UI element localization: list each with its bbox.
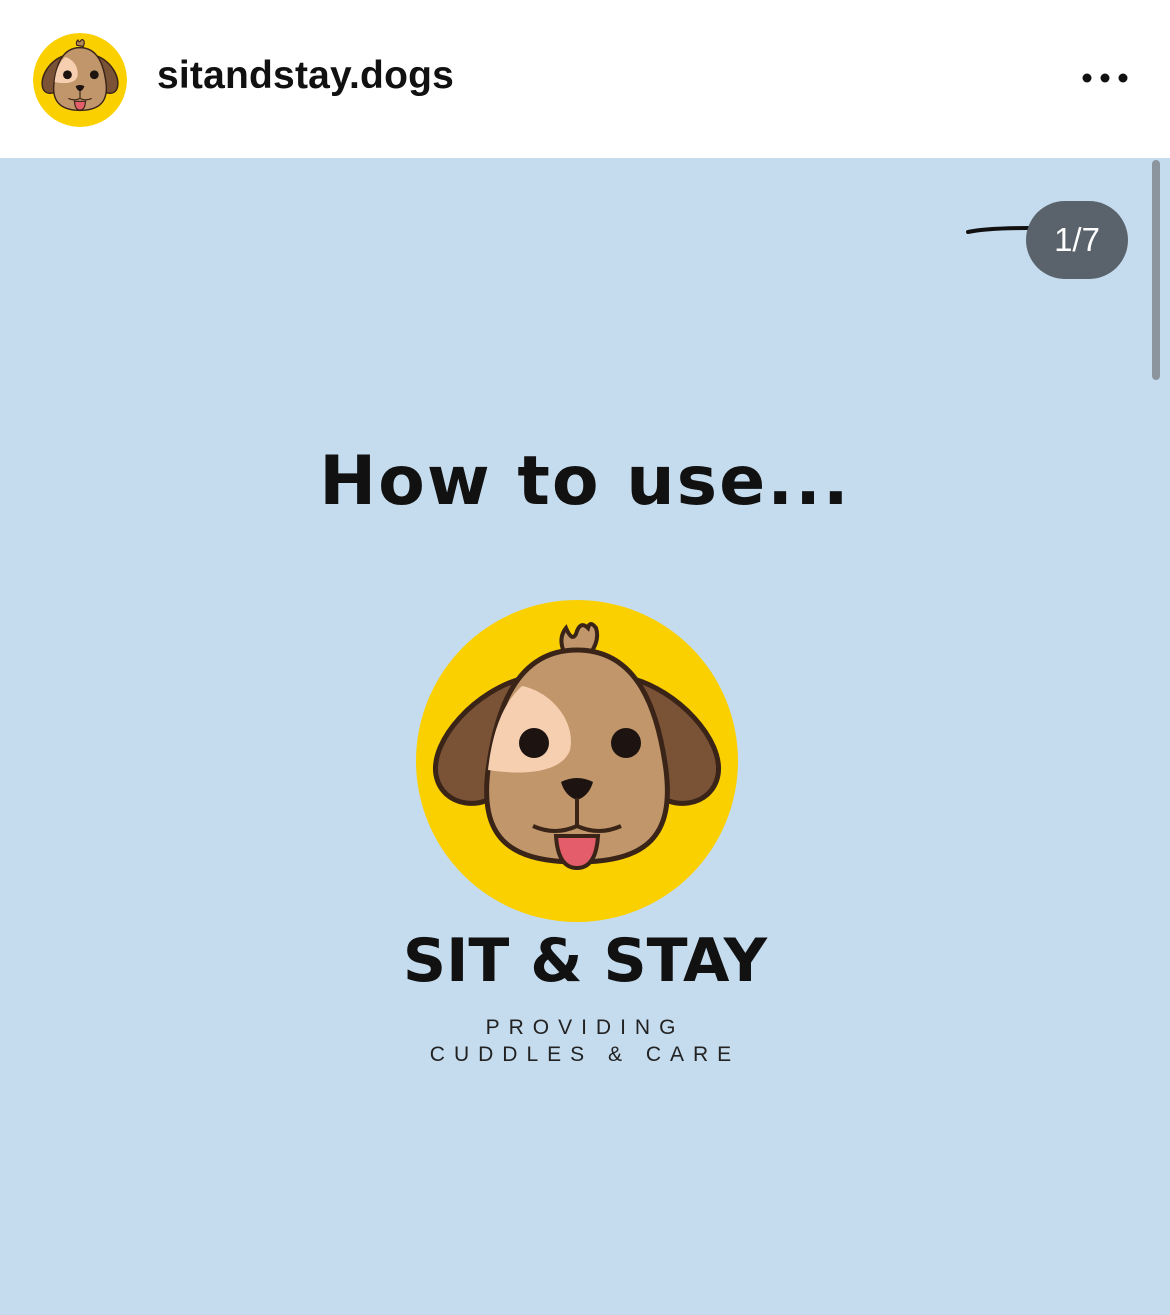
brand-logo [416, 600, 738, 922]
post-headline: How to use... [319, 442, 851, 521]
more-options-button[interactable] [1070, 56, 1140, 100]
profile-username[interactable]: sitandstay.dogs [157, 54, 454, 98]
dog-face-icon [33, 33, 127, 127]
profile-avatar[interactable] [33, 33, 127, 127]
scrollbar-thumb[interactable] [1152, 160, 1160, 380]
tagline-line-1: PROVIDING [485, 1016, 685, 1039]
tagline-line-2: CUDDLES & CARE [429, 1043, 741, 1066]
post-header: sitandstay.dogs [0, 0, 1170, 158]
more-horizontal-icon [1082, 73, 1128, 83]
annotation-stroke [966, 226, 1032, 234]
carousel-counter-badge: 1/7 [1026, 201, 1128, 279]
brand-name: SIT & STAY [402, 926, 768, 996]
dog-face-icon [416, 600, 738, 922]
